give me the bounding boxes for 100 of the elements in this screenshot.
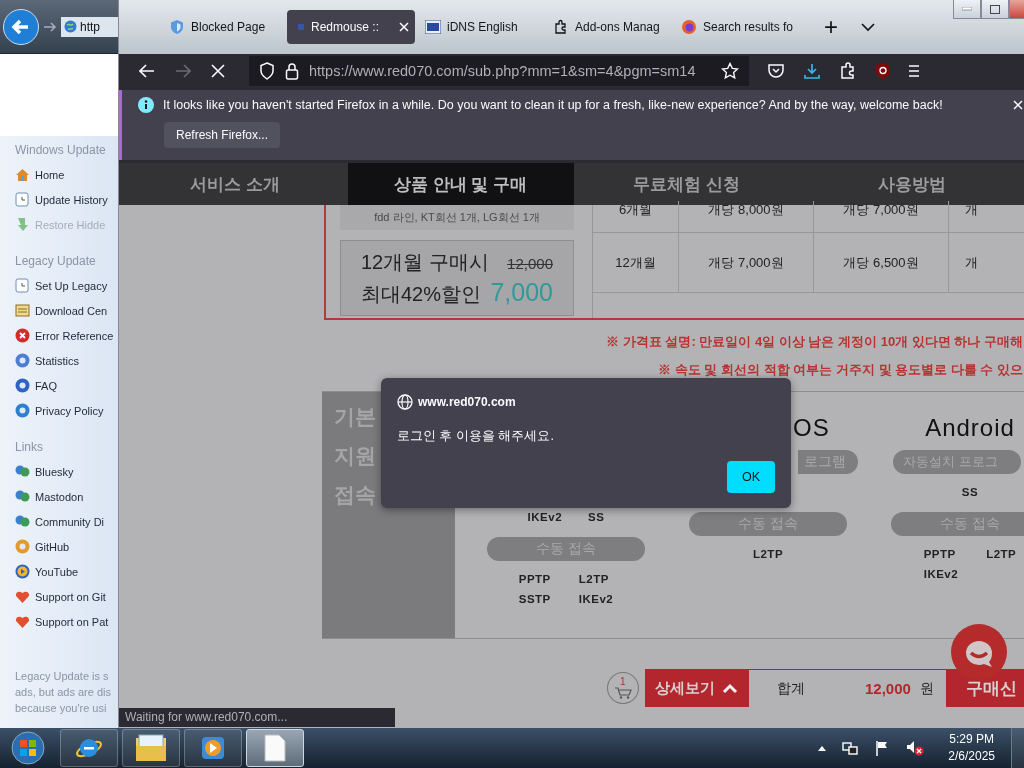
firefox-icon bbox=[681, 19, 697, 35]
details-button[interactable]: 상세보기 bbox=[644, 669, 750, 707]
maximize-button[interactable] bbox=[981, 0, 1009, 19]
currency-label: 원 bbox=[919, 679, 934, 698]
address-field[interactable]: https://www.red070.com/sub.php?mm=1&sm=4&pgm=sm14 bbox=[249, 56, 749, 86]
total-price: 12,000 bbox=[865, 680, 911, 697]
show-hidden-icons-button[interactable] bbox=[818, 745, 827, 751]
network-icon[interactable] bbox=[842, 740, 859, 756]
media-player-icon[interactable] bbox=[184, 729, 242, 767]
browser-tab[interactable]: Search results fo bbox=[671, 10, 799, 44]
clock-time: 5:29 PM bbox=[949, 731, 994, 748]
people-icon bbox=[15, 514, 30, 529]
sidebar-link[interactable]: Download Cen bbox=[35, 304, 108, 317]
document-icon[interactable] bbox=[246, 729, 304, 767]
discount-text: 최대42%할인 bbox=[361, 281, 482, 307]
ok-button[interactable]: OK bbox=[727, 461, 775, 493]
start-button[interactable] bbox=[8, 729, 48, 767]
sidebar-heading: Windows Update bbox=[15, 142, 107, 159]
star-icon[interactable] bbox=[721, 62, 739, 80]
sidebar-link[interactable]: Set Up Legacy bbox=[35, 279, 108, 292]
new-tab-button[interactable]: + bbox=[817, 13, 845, 41]
sidebar-heading: Legacy Update bbox=[15, 253, 97, 270]
browser-tab[interactable]: Add-ons Manag bbox=[543, 10, 671, 44]
sidebar-link[interactable]: GitHub bbox=[35, 540, 70, 553]
sidebar-link[interactable]: YouTube bbox=[35, 565, 79, 578]
sidebar-link[interactable]: FAQ bbox=[35, 379, 57, 392]
original-price: 12,000 bbox=[507, 254, 553, 272]
dialog-origin: www.red070.com bbox=[418, 395, 516, 409]
volume-muted-icon[interactable] bbox=[906, 740, 925, 756]
close-icon[interactable] bbox=[399, 22, 409, 32]
protocol-label: L2TP bbox=[986, 548, 1017, 560]
nav-tab[interactable]: 서비스 소개 bbox=[122, 163, 348, 205]
sidebar-link[interactable]: Privacy Policy bbox=[35, 404, 104, 417]
footer-text: ads, but ads are dis bbox=[15, 685, 112, 700]
chevron-down-icon[interactable] bbox=[861, 22, 875, 32]
platform-heading: Android bbox=[925, 414, 1015, 442]
price-note: ※ 속도 및 회선의 적합 여부는 거주지 및 용도별로 다를 수 있으 bbox=[658, 361, 1023, 379]
plan-description: fdd 라인, KT회선 1개, LG회선 1개 bbox=[374, 210, 540, 225]
globe-icon bbox=[397, 394, 413, 410]
menu-icon[interactable] bbox=[909, 64, 919, 78]
sidebar-link[interactable]: Support on Git bbox=[35, 590, 106, 603]
shield-badge-icon[interactable] bbox=[875, 62, 891, 80]
forward-icon[interactable] bbox=[43, 20, 57, 33]
heart-icon bbox=[15, 614, 30, 629]
footer-text: Legacy Update is s bbox=[15, 669, 110, 684]
refresh-firefox-button[interactable]: Refresh Firefox... bbox=[164, 122, 281, 148]
download-icon[interactable] bbox=[803, 62, 821, 80]
stop-icon[interactable] bbox=[211, 64, 225, 78]
protocol-label: IKEv2 bbox=[923, 568, 959, 580]
people-icon bbox=[15, 464, 30, 479]
minimize-icon bbox=[962, 7, 972, 11]
sidebar-link[interactable]: Home bbox=[35, 168, 65, 181]
globe-icon bbox=[64, 20, 77, 33]
back-button[interactable] bbox=[3, 8, 39, 45]
chevron-up-icon bbox=[722, 682, 739, 694]
arrow-icon bbox=[15, 217, 30, 232]
protocol-label: SS bbox=[961, 486, 979, 500]
sidebar-link[interactable]: Error Reference bbox=[35, 329, 114, 342]
table-cell: 개당 6,500원 bbox=[814, 233, 949, 292]
pocket-icon[interactable] bbox=[767, 62, 785, 80]
address-field[interactable]: http bbox=[61, 16, 118, 37]
browser-tab[interactable]: Blocked Page bbox=[159, 10, 287, 44]
protocol-label: SSTP bbox=[518, 593, 551, 605]
people-icon bbox=[15, 489, 30, 504]
sidebar-link[interactable]: Bluesky bbox=[35, 465, 74, 478]
maximize-icon bbox=[990, 4, 1000, 14]
sidebar-link[interactable]: Statistics bbox=[35, 354, 79, 367]
offer-title: 12개월 구매시 bbox=[361, 249, 489, 275]
sidebar-link[interactable]: Community Di bbox=[35, 515, 105, 528]
sidebar-heading: Links bbox=[15, 439, 44, 456]
house-icon bbox=[15, 167, 30, 182]
sidebar-link[interactable]: Support on Pat bbox=[35, 615, 109, 628]
protocol-label: SS bbox=[588, 511, 605, 525]
sidebar-link[interactable]: Update History bbox=[35, 193, 108, 206]
browser-tab[interactable]: iDNS English bbox=[415, 10, 543, 44]
puzzle-icon[interactable] bbox=[839, 62, 857, 80]
shield-icon[interactable] bbox=[259, 62, 275, 80]
table-cell: 개당 7,000원 bbox=[814, 201, 949, 232]
protocol-label: IKEv2 bbox=[578, 593, 614, 605]
clock-date: 2/6/2025 bbox=[948, 748, 995, 765]
sidebar-link[interactable]: Mastodon bbox=[35, 490, 84, 503]
table-cell: 6개월 bbox=[593, 201, 679, 232]
folder-icon[interactable] bbox=[122, 729, 180, 767]
table-cell: 12개월 bbox=[593, 233, 679, 292]
protocol-label: L2TP bbox=[578, 573, 610, 585]
favicon-icon bbox=[425, 20, 441, 34]
favicon-icon bbox=[297, 23, 305, 31]
ie-icon[interactable] bbox=[60, 729, 118, 767]
cart-icon bbox=[613, 687, 632, 699]
shield-icon bbox=[169, 19, 185, 35]
browser-tab[interactable]: Redmouse :: bbox=[287, 10, 415, 44]
table-cell: 개당 7,000원 bbox=[679, 233, 814, 292]
table-cell-text: 개 bbox=[964, 253, 979, 272]
protocol-label: PPTP bbox=[518, 573, 551, 585]
play-icon bbox=[15, 564, 30, 579]
back-icon[interactable] bbox=[139, 64, 155, 78]
show-desktop-button[interactable] bbox=[1011, 728, 1024, 768]
dialog-message: 로그인 후 이용을 해주세요. bbox=[397, 428, 555, 445]
nav-tab[interactable]: 상품 안내 및 구매 bbox=[347, 163, 574, 205]
close-icon[interactable] bbox=[1013, 100, 1023, 110]
